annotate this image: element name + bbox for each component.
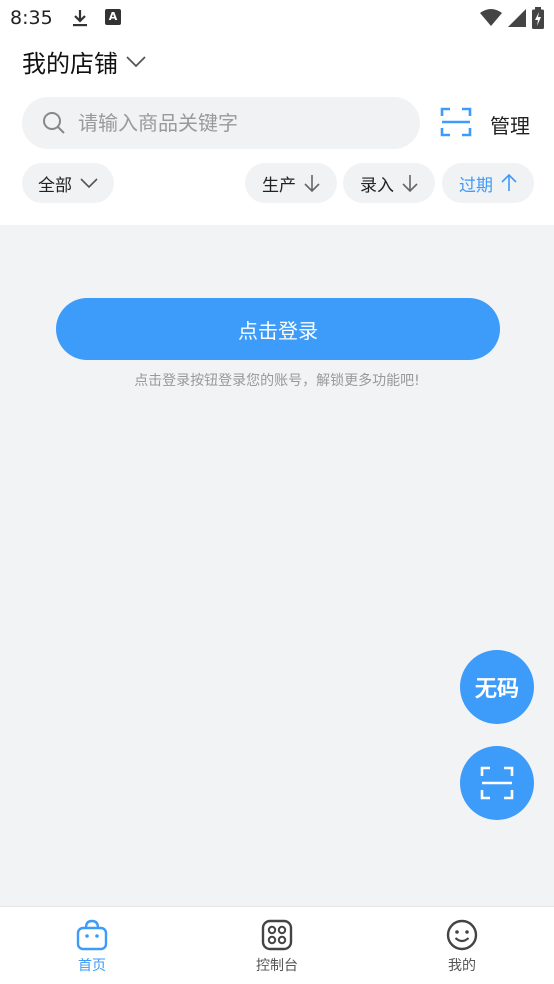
search-input[interactable] (78, 111, 378, 135)
scan-button[interactable] (440, 106, 472, 138)
status-time: 8:35 (10, 7, 53, 29)
search-box[interactable] (22, 97, 420, 149)
sort-expiry-chip[interactable]: 过期 (442, 163, 534, 203)
search-icon (43, 112, 65, 134)
login-button[interactable]: 点击登录 (56, 298, 500, 360)
filter-all-label: 全部 (38, 175, 72, 196)
status-bar: 8:35 A (0, 0, 554, 36)
nav-mine[interactable]: 我的 (402, 907, 522, 984)
chevron-down-icon (80, 178, 98, 188)
nav-console-label: 控制台 (256, 958, 298, 974)
no-code-label: 无码 (474, 677, 519, 702)
store-selector[interactable]: 我的店铺 (22, 44, 146, 79)
login-hint: 点击登录按钮登录您的账号，解锁更多功能吧! (134, 373, 420, 389)
nav-home-label: 首页 (78, 958, 106, 974)
nav-mine-label: 我的 (448, 958, 476, 974)
bottom-nav: 首页 控制台 我的 (0, 906, 554, 984)
store-title: 我的店铺 (22, 50, 118, 78)
download-icon (73, 10, 87, 27)
no-code-button[interactable]: 无码 (460, 650, 534, 724)
signal-icon (508, 9, 526, 27)
sort-production-chip[interactable]: 生产 (245, 163, 337, 203)
scan-fab-button[interactable] (460, 746, 534, 820)
sort-entry-chip[interactable]: 录入 (343, 163, 435, 203)
sort-production-label: 生产 (262, 175, 296, 196)
scan-icon (480, 766, 514, 800)
arrow-up-icon (501, 174, 517, 191)
nav-console[interactable]: 控制台 (217, 907, 337, 984)
filter-all-chip[interactable]: 全部 (22, 163, 114, 203)
battery-icon (532, 7, 544, 29)
grid-icon (261, 919, 293, 951)
status-indicators (480, 7, 544, 29)
bag-icon (76, 919, 108, 951)
manage-button[interactable]: 管理 (490, 110, 530, 139)
wifi-icon (480, 9, 502, 26)
sort-entry-label: 录入 (360, 175, 394, 196)
arrow-down-icon (402, 175, 418, 192)
nav-home[interactable]: 首页 (32, 907, 152, 984)
sort-expiry-label: 过期 (459, 175, 493, 196)
arrow-down-icon (304, 175, 320, 192)
chevron-down-icon (126, 55, 146, 67)
smile-icon (446, 919, 478, 951)
translate-app-icon: A (105, 9, 121, 25)
